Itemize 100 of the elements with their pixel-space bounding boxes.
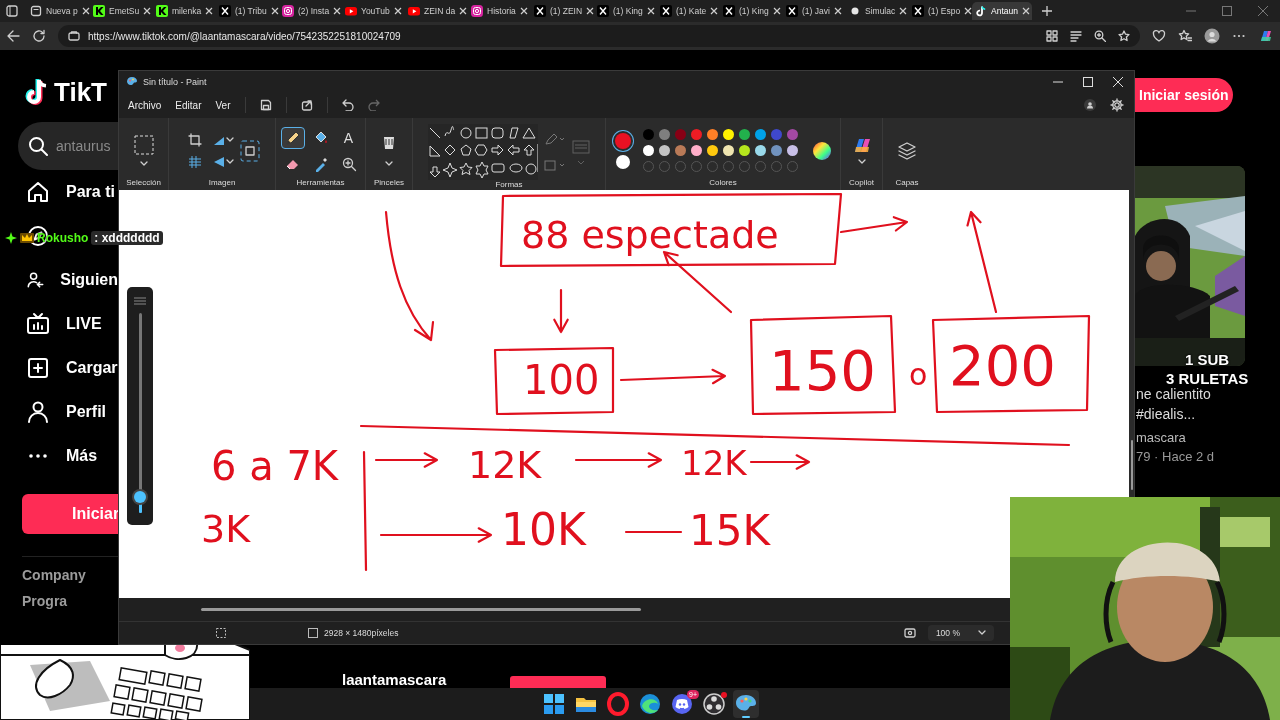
back-icon[interactable] bbox=[6, 29, 20, 43]
refresh-icon[interactable] bbox=[32, 29, 46, 43]
browser-tab[interactable]: Antaun bbox=[972, 2, 1032, 20]
x-mark-icon bbox=[534, 5, 546, 17]
address-field[interactable]: https://www.tiktok.com/@laantamascara/video/7542352251810024709 bbox=[58, 25, 1140, 47]
color-swatch[interactable] bbox=[642, 129, 654, 141]
color-swatch[interactable] bbox=[674, 129, 686, 141]
redo-icon[interactable] bbox=[367, 99, 380, 112]
browser-tab[interactable]: (1) Tribu bbox=[216, 2, 276, 20]
footer-link[interactable]: Progra bbox=[22, 593, 118, 609]
fit-icon[interactable] bbox=[903, 627, 916, 640]
browser-tab[interactable]: (2) Insta bbox=[279, 2, 339, 20]
nav-link[interactable]: Siguien bbox=[60, 271, 118, 289]
favorites-icon[interactable] bbox=[1178, 29, 1192, 43]
undo-icon[interactable] bbox=[341, 99, 354, 112]
flip-icon[interactable] bbox=[212, 155, 234, 169]
ring-icon[interactable] bbox=[606, 692, 630, 716]
color-swatch[interactable] bbox=[770, 145, 782, 157]
start-icon[interactable] bbox=[542, 692, 566, 716]
zoom-icon[interactable] bbox=[1094, 30, 1106, 42]
group-label: Copilot bbox=[849, 178, 874, 187]
share-icon[interactable] bbox=[300, 99, 313, 112]
footer-link[interactable]: Company bbox=[22, 567, 118, 583]
aperture-icon[interactable] bbox=[702, 692, 726, 716]
sparkle-icon bbox=[5, 232, 17, 244]
browser-tab[interactable]: (1) Javi bbox=[783, 2, 843, 20]
browser-tab[interactable]: Historia bbox=[468, 2, 528, 20]
login-button[interactable]: Iniciar sesión bbox=[1135, 78, 1233, 112]
login-button[interactable]: Iniciar bbox=[22, 494, 118, 534]
browser-tab[interactable]: (1) Kate bbox=[657, 2, 717, 20]
color-swatch[interactable] bbox=[722, 129, 734, 141]
crop-icon[interactable] bbox=[188, 133, 202, 147]
grid-icon[interactable] bbox=[1046, 30, 1058, 42]
browser-tab[interactable]: (1) King bbox=[720, 2, 780, 20]
color-swatch[interactable] bbox=[786, 129, 798, 141]
selection-size-icon bbox=[216, 628, 226, 639]
settings-icon[interactable] bbox=[1110, 98, 1124, 113]
selection-icon[interactable] bbox=[132, 134, 155, 168]
current-color-swatch[interactable] bbox=[614, 133, 631, 149]
color-swatch[interactable] bbox=[754, 145, 766, 157]
slider-thumb[interactable] bbox=[134, 491, 146, 503]
color-swatch[interactable] bbox=[738, 129, 750, 141]
nav-link[interactable]: Perfil bbox=[66, 403, 106, 421]
x-mark-icon bbox=[219, 5, 231, 17]
layers-icon[interactable] bbox=[897, 141, 917, 161]
color-swatch[interactable] bbox=[658, 129, 670, 141]
text-tool[interactable]: A bbox=[336, 127, 361, 149]
tab-actions-icon[interactable] bbox=[6, 5, 18, 17]
heart-pulse-icon[interactable] bbox=[1152, 29, 1166, 43]
wave-icon[interactable] bbox=[638, 692, 662, 716]
resize-icon[interactable] bbox=[240, 140, 260, 162]
pattern-icon[interactable] bbox=[188, 155, 202, 169]
scrollbar-thumb[interactable] bbox=[1130, 440, 1133, 490]
zoom-dropdown[interactable]: 100 % bbox=[927, 625, 994, 642]
star-icon[interactable] bbox=[1118, 30, 1130, 42]
video-title[interactable]: #diealis... bbox=[1136, 404, 1196, 424]
browser-tab[interactable]: EmetSu bbox=[90, 2, 150, 20]
copilot-icon[interactable] bbox=[1258, 28, 1274, 44]
menu-item[interactable]: Archivo bbox=[128, 99, 162, 111]
nav-link[interactable]: Para ti bbox=[66, 183, 115, 201]
color-swatch[interactable] bbox=[706, 145, 718, 157]
browser-tab[interactable]: milenka bbox=[153, 2, 213, 20]
browser-tab[interactable]: Simulac bbox=[846, 2, 906, 20]
author-name[interactable]: laantamascara bbox=[342, 672, 447, 688]
brush-icon[interactable] bbox=[381, 134, 397, 168]
profile-avatar[interactable] bbox=[1204, 28, 1220, 44]
outline-style-icon[interactable] bbox=[544, 132, 566, 146]
nav-link[interactable]: Cargar bbox=[66, 359, 118, 377]
browser-tab[interactable]: ZEIN da bbox=[405, 2, 465, 20]
new-tab-icon[interactable] bbox=[1041, 5, 1053, 17]
site-logo[interactable]: TikT bbox=[54, 76, 107, 108]
color-swatch[interactable] bbox=[722, 145, 734, 157]
browser-tab[interactable]: YouTub bbox=[342, 2, 402, 20]
reader-icon[interactable] bbox=[1070, 30, 1082, 42]
color-swatch[interactable] bbox=[674, 145, 686, 157]
account-icon[interactable] bbox=[1084, 99, 1096, 112]
author-name[interactable]: mascara bbox=[1136, 430, 1186, 445]
current-color-swatch[interactable] bbox=[615, 155, 630, 169]
browser-tab[interactable]: (1) ZEIN bbox=[531, 2, 591, 20]
color-wheel-icon[interactable] bbox=[811, 141, 832, 161]
menu-item[interactable]: Ver bbox=[215, 99, 231, 111]
shape-gallery[interactable] bbox=[428, 124, 538, 180]
browser-tab[interactable]: (1) King bbox=[594, 2, 654, 20]
color-swatch[interactable] bbox=[658, 145, 670, 157]
color-swatch[interactable] bbox=[770, 129, 782, 141]
color-swatch[interactable] bbox=[706, 129, 718, 141]
color-swatch[interactable] bbox=[738, 145, 750, 157]
color-swatch[interactable] bbox=[690, 129, 702, 141]
browser-tab[interactable]: Nueva p bbox=[27, 2, 87, 20]
browser-tab[interactable]: (1) Espo bbox=[909, 2, 969, 20]
menu-item[interactable]: Editar bbox=[175, 99, 202, 111]
color-swatch[interactable] bbox=[754, 129, 766, 141]
save-icon[interactable] bbox=[259, 99, 272, 112]
nav-link[interactable]: LIVE bbox=[66, 315, 102, 333]
scrollbar-thumb[interactable] bbox=[201, 608, 641, 612]
color-swatch[interactable] bbox=[642, 145, 654, 157]
nav-link[interactable]: Más bbox=[66, 447, 98, 465]
color-swatch[interactable] bbox=[690, 145, 702, 157]
color-swatch[interactable] bbox=[786, 145, 798, 157]
search-field[interactable]: antaurus bbox=[18, 122, 118, 170]
